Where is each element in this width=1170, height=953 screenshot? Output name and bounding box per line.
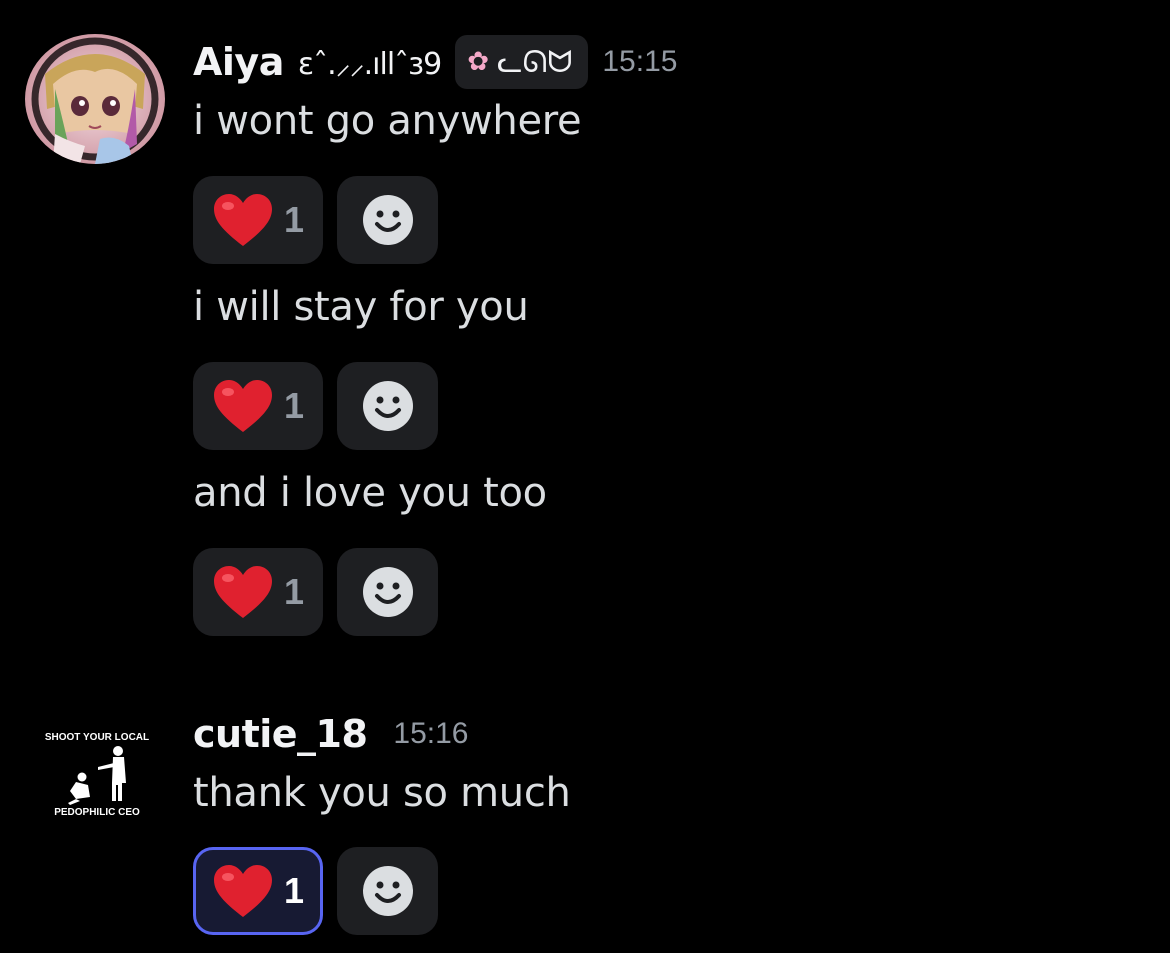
smiley-icon <box>362 567 413 617</box>
message-text: i will stay for you <box>193 284 529 330</box>
meme-poster-avatar[interactable]: SHOOT YOUR LOCAL PEDOPHILIC CEO <box>40 725 155 825</box>
message-text: thank you so much <box>193 770 571 816</box>
reaction-bar: 1 <box>193 362 438 450</box>
add-reaction-button[interactable] <box>337 548 438 636</box>
reaction-heart[interactable]: 1 <box>193 362 323 450</box>
heart-icon <box>212 378 274 434</box>
reaction-count: 1 <box>283 385 305 426</box>
message-text: i wont go anywhere <box>193 98 582 144</box>
message-header: cutie_18 15:16 <box>193 706 469 762</box>
reaction-count: 1 <box>283 199 305 240</box>
server-tag-label: ᓚᘏᗢ <box>497 44 573 80</box>
message-header: Aiya ɛˆ.⸝⸝.ıllˆɜ9 ✿ ᓚᘏᗢ 15:15 <box>193 34 677 90</box>
message-timestamp: 15:15 <box>602 45 678 78</box>
author-name-decoration: ɛˆ.⸝⸝.ıllˆɜ9 <box>297 46 442 82</box>
message-timestamp: 15:16 <box>393 717 469 750</box>
avatar-caption-bottom: PEDOPHILIC CEO <box>54 807 140 818</box>
server-tag-badge[interactable]: ✿ ᓚᘏᗢ <box>455 35 589 89</box>
author-name[interactable]: Aiya <box>193 40 284 84</box>
cherry-blossom-icon: ✿ <box>467 47 489 77</box>
add-reaction-button[interactable] <box>337 176 438 264</box>
add-reaction-button[interactable] <box>337 847 438 935</box>
avatar-caption-top: SHOOT YOUR LOCAL <box>45 732 149 743</box>
reaction-bar: 1 <box>193 176 438 264</box>
reaction-bar: 1 <box>193 847 438 935</box>
reaction-heart[interactable]: 1 <box>193 548 323 636</box>
heart-icon <box>212 564 274 620</box>
smiley-icon <box>362 195 413 245</box>
smiley-icon <box>362 381 413 431</box>
author-name[interactable]: cutie_18 <box>193 712 368 756</box>
reaction-count: 1 <box>283 571 305 612</box>
reaction-heart[interactable]: 1 <box>193 176 323 264</box>
reaction-count: 1 <box>283 870 305 911</box>
heart-icon <box>212 863 274 919</box>
reaction-bar: 1 <box>193 548 438 636</box>
heart-icon <box>212 192 274 248</box>
anime-girl-avatar[interactable] <box>25 34 165 164</box>
message-text: and i love you too <box>193 470 547 516</box>
smiley-icon <box>362 866 413 916</box>
add-reaction-button[interactable] <box>337 362 438 450</box>
reaction-heart-selected[interactable]: 1 <box>193 847 323 935</box>
